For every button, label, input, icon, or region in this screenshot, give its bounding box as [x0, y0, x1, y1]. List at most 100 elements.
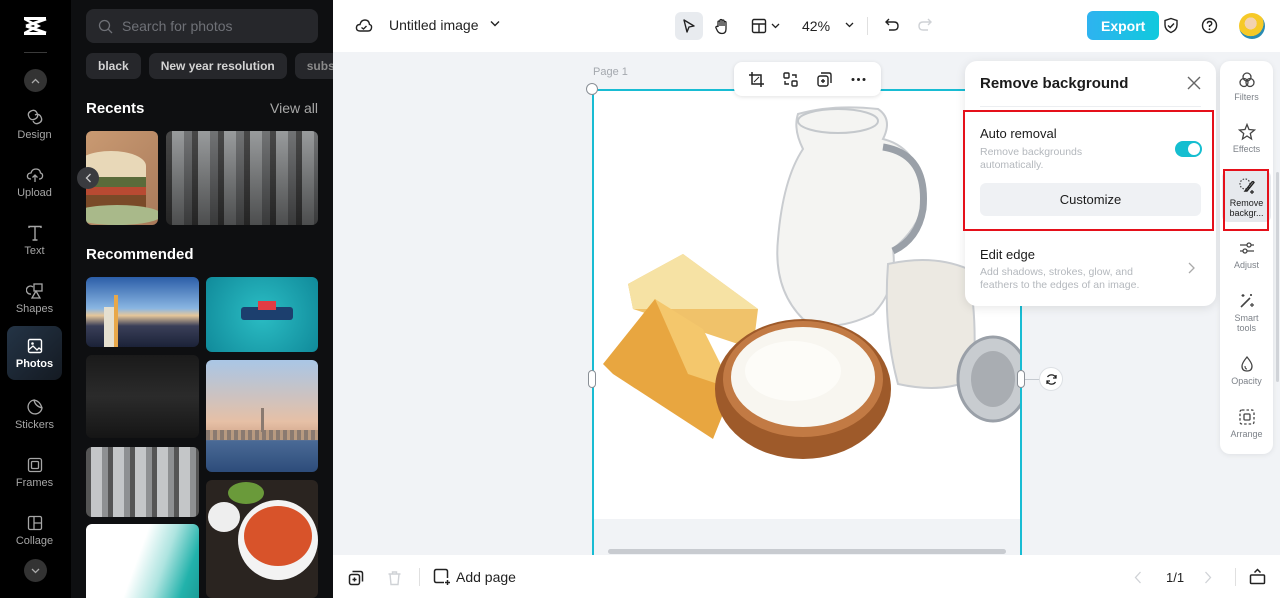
photos-icon — [27, 338, 42, 353]
crop-icon[interactable] — [748, 71, 765, 88]
zoom-dropdown-button[interactable] — [845, 22, 854, 28]
rotate-connector — [1025, 379, 1039, 380]
customize-button[interactable]: Customize — [980, 183, 1201, 216]
add-page-button[interactable]: Add page — [433, 568, 516, 586]
recommended-photo[interactable] — [86, 355, 199, 438]
rail-label: Collage — [15, 534, 54, 547]
rail-item-collage[interactable]: Collage — [7, 503, 62, 557]
rail-label: Stickers — [14, 418, 55, 431]
right-rail-arrange[interactable]: Arrange — [1222, 408, 1271, 439]
chevron-right-icon[interactable] — [1186, 261, 1196, 275]
layout-button[interactable] — [751, 18, 780, 34]
rail-label: Photos — [15, 357, 54, 370]
replace-icon[interactable] — [782, 71, 799, 88]
edit-edge-description: Add shadows, strokes, glow, and feathers… — [980, 266, 1140, 291]
help-icon — [1201, 17, 1218, 34]
chip[interactable]: black — [86, 53, 141, 79]
search-input[interactable]: Search for photos — [86, 9, 318, 43]
auto-removal-toggle[interactable] — [1175, 141, 1202, 157]
divider — [867, 17, 868, 35]
chevron-left-icon — [1134, 571, 1141, 584]
right-rail-scrollbar[interactable] — [1276, 172, 1279, 382]
scroll-up-button[interactable] — [24, 69, 47, 92]
export-button[interactable]: Export — [1087, 11, 1160, 40]
chip[interactable]: New year resolution — [148, 53, 287, 79]
recommended-photo[interactable] — [206, 480, 318, 598]
rail-item-text[interactable]: Text — [7, 213, 62, 267]
cloud-check-icon — [355, 19, 373, 32]
document-title[interactable]: Untitled image — [389, 17, 479, 33]
recents-scroll-left-button[interactable] — [77, 167, 99, 189]
hand-tool-button[interactable] — [708, 12, 736, 40]
undo-button[interactable] — [884, 17, 900, 33]
rail-label: Upload — [17, 186, 52, 199]
chevron-down-icon — [31, 568, 40, 573]
stickers-icon — [27, 398, 43, 414]
add-page-icon — [433, 568, 450, 585]
page-label: Page 1 — [593, 66, 628, 78]
right-rail-label: Filters — [1234, 92, 1259, 102]
page-counter: 1/1 — [1166, 570, 1185, 585]
rail-item-frames[interactable]: Frames — [7, 445, 62, 499]
help-button[interactable] — [1201, 17, 1218, 34]
recommended-photo[interactable] — [206, 277, 318, 352]
bottom-bar: Add page 1/1 — [333, 555, 1280, 598]
duplicate-page-button[interactable] — [348, 570, 364, 586]
next-page-button[interactable] — [1204, 571, 1212, 584]
right-rail-adjust[interactable]: Adjust — [1222, 239, 1271, 270]
zoom-level[interactable]: 42% — [802, 18, 830, 34]
divider — [980, 106, 1201, 107]
previous-page-button[interactable] — [1134, 571, 1142, 584]
delete-page-button[interactable] — [387, 570, 402, 586]
rail-item-shapes[interactable]: Shapes — [7, 271, 62, 325]
recommended-photo[interactable] — [206, 360, 318, 472]
auto-removal-title: Auto removal — [980, 126, 1057, 141]
capcut-logo-icon[interactable] — [22, 15, 48, 37]
view-all-link[interactable]: View all — [270, 100, 318, 116]
auto-removal-description: Remove backgrounds automatically. — [980, 146, 1083, 171]
effects-icon — [1237, 123, 1256, 141]
pages-panel-icon — [1249, 568, 1266, 585]
user-avatar[interactable] — [1239, 13, 1265, 39]
chevron-right-icon — [1205, 571, 1212, 584]
search-placeholder: Search for photos — [122, 18, 233, 34]
duplicate-icon[interactable] — [816, 71, 833, 88]
rail-item-design[interactable]: Design — [7, 97, 62, 151]
edit-edge-title[interactable]: Edit edge — [980, 247, 1035, 262]
redo-button[interactable] — [917, 17, 933, 33]
pointer-icon — [683, 19, 695, 33]
cloud-sync-button[interactable] — [355, 17, 373, 33]
right-rail-filters[interactable]: Filters — [1222, 71, 1271, 102]
rotate-handle[interactable] — [1039, 367, 1063, 391]
suggestion-chips: black New year resolution subs — [86, 53, 333, 79]
shield-button[interactable] — [1163, 17, 1179, 34]
remove-background-panel: Remove background Auto removal Remove ba… — [963, 61, 1216, 306]
right-rail-opacity[interactable]: Opacity — [1222, 355, 1271, 386]
rail-item-stickers[interactable]: Stickers — [7, 387, 62, 441]
right-rail-effects[interactable]: Effects — [1222, 123, 1271, 154]
right-rail-smart-tools[interactable]: Smart tools — [1222, 292, 1271, 333]
magic-wand-icon — [1239, 294, 1254, 308]
select-tool-button[interactable] — [675, 12, 703, 40]
corner-handle[interactable] — [586, 83, 598, 95]
title-dropdown-button[interactable] — [490, 20, 500, 27]
rail-item-photos[interactable]: Photos — [7, 326, 62, 380]
app: Design Upload Text Shapes Photos Sticker… — [0, 0, 1280, 598]
close-icon[interactable] — [1186, 75, 1202, 91]
right-rail: Filters Effects Remove backgr... Adjust … — [1220, 61, 1273, 454]
pages-panel-button[interactable] — [1249, 568, 1266, 585]
scroll-down-button[interactable] — [24, 559, 47, 582]
recent-photo-temple[interactable] — [166, 131, 318, 225]
recommended-photo[interactable] — [86, 447, 199, 517]
recommended-photo[interactable] — [86, 277, 199, 347]
divider — [1235, 568, 1236, 586]
more-options-icon[interactable] — [850, 71, 867, 88]
side-handle-left[interactable] — [588, 370, 596, 388]
chip[interactable]: subs — [294, 53, 333, 79]
side-handle-right[interactable] — [1017, 370, 1025, 388]
recommended-photo[interactable] — [86, 524, 199, 598]
divider — [24, 52, 47, 53]
frames-icon — [27, 457, 42, 472]
rail-item-upload[interactable]: Upload — [7, 155, 62, 209]
horizontal-scrollbar[interactable] — [608, 549, 1006, 554]
